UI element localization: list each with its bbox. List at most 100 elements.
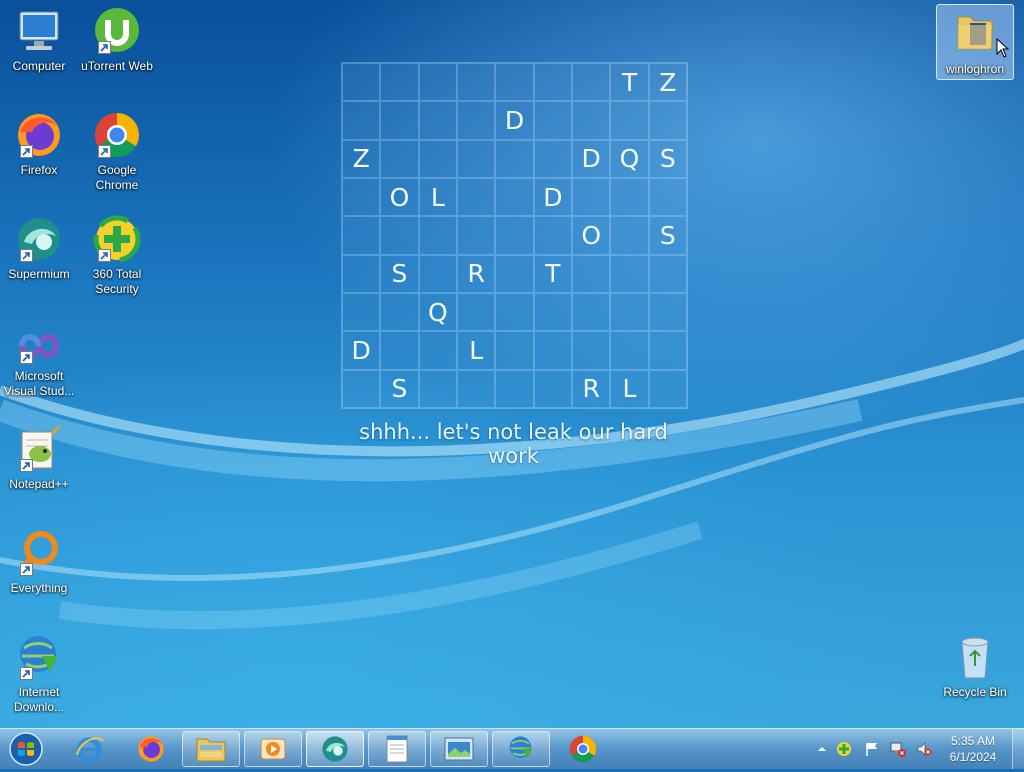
grid-cell	[648, 101, 687, 140]
grid-cell: L	[418, 177, 457, 217]
grid-cell	[495, 331, 534, 370]
recycle-bin-icon	[950, 632, 1000, 682]
desktop-icon-label: Internet Downlo...	[13, 685, 65, 714]
grid-cell	[418, 63, 457, 102]
grid-cell	[380, 292, 419, 332]
everything-search-icon	[14, 528, 64, 578]
grid-cell: L	[610, 369, 649, 408]
desktop[interactable]: Computer uTorrent Web Firefox Google Chr…	[0, 0, 1024, 728]
grid-cell	[495, 139, 534, 178]
desktop-icon-firefox[interactable]: Firefox	[0, 110, 78, 178]
grid-cell: D	[571, 139, 611, 178]
taskbar-windows-explorer[interactable]	[182, 731, 240, 767]
grid-cell	[456, 101, 496, 140]
desktop-icon-supermium[interactable]: Supermium	[0, 214, 78, 282]
start-button[interactable]	[4, 731, 48, 767]
idm-icon	[14, 632, 64, 682]
mouse-cursor-icon	[996, 38, 1010, 58]
grid-cell	[648, 292, 687, 332]
taskbar-internet-download-manager[interactable]	[492, 731, 550, 767]
grid-cell	[342, 254, 381, 293]
grid-cell	[495, 177, 534, 217]
shortcut-arrow-icon	[20, 249, 33, 262]
grid-cell	[648, 331, 687, 370]
desktop-icon-label: Recycle Bin	[943, 685, 1007, 699]
taskbar-screen-app[interactable]	[430, 731, 488, 767]
grid-cell: R	[456, 254, 496, 293]
grid-cell	[495, 254, 534, 293]
grid-cell: O	[571, 216, 611, 255]
grid-cell: Z	[342, 139, 381, 178]
grid-cell	[533, 63, 572, 102]
notepadpp-icon	[14, 424, 64, 474]
desktop-icon-label: Firefox	[20, 163, 58, 177]
desktop-icon-360-total-security[interactable]: 360 Total Security	[78, 214, 156, 297]
speaker-muted-icon[interactable]	[916, 741, 932, 757]
shortcut-arrow-icon	[20, 459, 33, 472]
grid-cell	[342, 101, 381, 140]
grid-cell	[456, 63, 496, 102]
grid-cell: S	[380, 369, 419, 408]
grid-cell	[610, 331, 649, 370]
desktop-icon-recycle-bin[interactable]: Recycle Bin	[936, 632, 1014, 700]
desktop-icon-chrome[interactable]: Google Chrome	[78, 110, 156, 193]
grid-cell	[571, 101, 611, 140]
desktop-icon-internet-download-manager[interactable]: Internet Downlo...	[0, 632, 78, 715]
grid-cell	[495, 216, 534, 255]
taskbar-google-chrome[interactable]	[554, 731, 612, 767]
grid-cell	[571, 331, 611, 370]
shortcut-arrow-icon	[98, 145, 111, 158]
grid-cell	[380, 101, 419, 140]
shortcut-arrow-icon	[98, 249, 111, 262]
grid-cell	[418, 254, 457, 293]
taskbar-media-player[interactable]	[244, 731, 302, 767]
taskbar-clock[interactable]: 5:35 AM 6/1/2024	[938, 733, 1008, 765]
taskbar-supermium[interactable]	[306, 731, 364, 767]
desktop-icon-label: Supermium	[8, 267, 70, 281]
firefox-icon	[14, 110, 64, 160]
grid-cell	[380, 216, 419, 255]
taskbar-internet-explorer[interactable]	[60, 731, 118, 767]
grid-cell: L	[456, 331, 496, 370]
chevron-up-icon[interactable]	[814, 741, 830, 757]
shortcut-arrow-icon	[20, 667, 33, 680]
action-center-flag-icon[interactable]	[864, 741, 880, 757]
wallpaper-letter-grid: TZDZDQSOLDOSSRTQDLSRL	[341, 62, 688, 409]
clock-date: 6/1/2024	[949, 750, 997, 764]
grid-cell	[380, 331, 419, 370]
grid-cell	[571, 292, 611, 332]
desktop-icon-computer[interactable]: Computer	[0, 6, 78, 74]
grid-cell: S	[648, 139, 687, 178]
shortcut-arrow-icon	[20, 145, 33, 158]
grid-cell	[495, 292, 534, 332]
taskbar-firefox[interactable]	[122, 731, 180, 767]
supermium-icon	[322, 736, 348, 762]
network-disconnected-icon[interactable]	[890, 741, 906, 757]
grid-cell	[418, 101, 457, 140]
clock-time: 5:35 AM	[950, 734, 996, 748]
desktop-icon-notepadpp[interactable]: Notepad++	[0, 424, 78, 492]
grid-cell: Q	[610, 139, 649, 178]
grid-cell: O	[380, 177, 419, 217]
show-desktop-button[interactable]	[1012, 729, 1024, 769]
360-security-tray-icon[interactable]	[836, 741, 852, 757]
grid-cell	[456, 177, 496, 217]
desktop-icon-label: 360 Total Security	[92, 267, 142, 296]
utorrent-icon	[92, 6, 142, 56]
desktop-icon-utorrent[interactable]: uTorrent Web	[78, 6, 156, 74]
grid-cell	[495, 369, 534, 408]
taskbar-notepad[interactable]	[368, 731, 426, 767]
grid-cell	[456, 139, 496, 178]
desktop-icon-label: uTorrent Web	[81, 59, 153, 73]
grid-cell	[342, 369, 381, 408]
shortcut-arrow-icon	[20, 351, 33, 364]
grid-cell: S	[648, 216, 687, 255]
supermium-icon	[14, 214, 64, 264]
desktop-icon-visual-studio[interactable]: Microsoft Visual Stud...	[0, 326, 78, 399]
desktop-icon-everything[interactable]: Everything	[0, 528, 78, 596]
grid-cell	[533, 369, 572, 408]
windows-logo-icon	[9, 732, 43, 766]
grid-cell: T	[610, 63, 649, 102]
desktop-icon-label: Computer	[12, 59, 66, 73]
folder-icon	[950, 9, 1000, 59]
